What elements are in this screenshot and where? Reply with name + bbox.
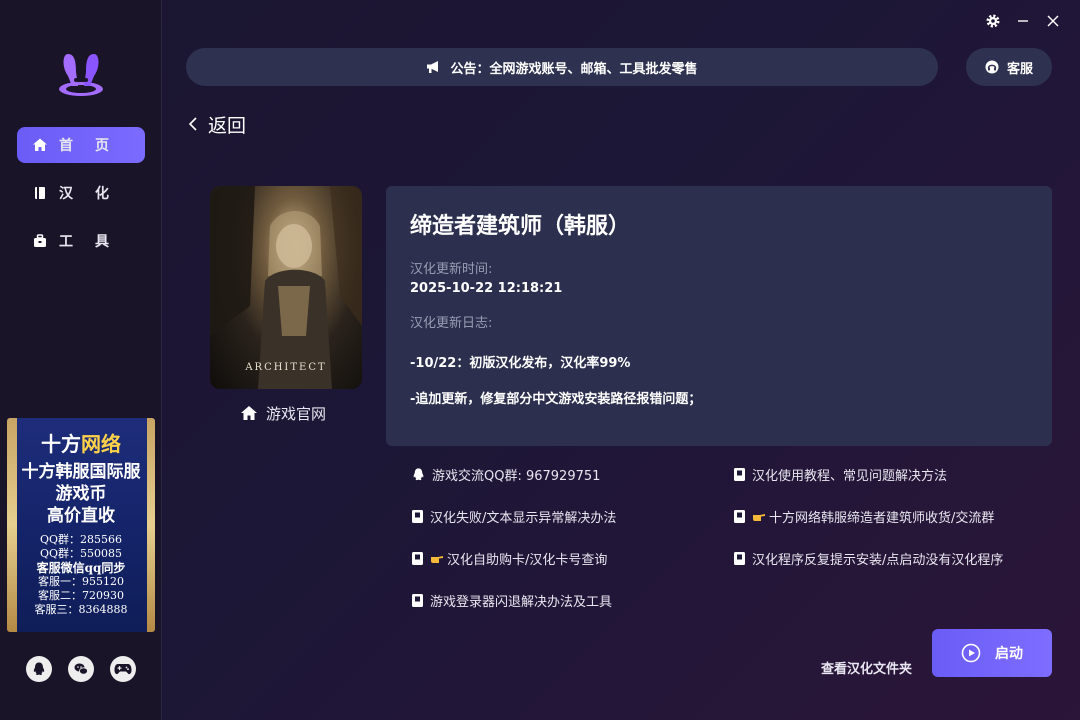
sidebar: 首页 汉化 工具 十方网络 十方韩服国际服 游戏币 高价直收 QQ群：28556… <box>0 0 162 720</box>
qq-group-text: 游戏交流QQ群: 967929751 <box>432 468 601 484</box>
cover-title: ARCHITECT <box>245 362 327 373</box>
announcement-bar[interactable]: 公告：全网游戏账号、邮箱、工具批发零售 <box>186 48 938 86</box>
purchase-text: 汉化自助购卡/汉化卡号查询 <box>447 552 608 568</box>
launch-button[interactable]: 启动 <box>932 629 1052 677</box>
ad-cs-2: 客服二：720930 <box>38 589 124 602</box>
fail-fix-link[interactable]: 汉化失败/文本显示异常解决办法 <box>411 506 616 526</box>
update-time-label: 汉化更新时间: <box>410 262 493 277</box>
ad-qq-2: QQ群：550085 <box>39 547 123 560</box>
tutorial-link[interactable]: 汉化使用教程、常见问题解决方法 <box>733 464 947 484</box>
nav-home[interactable]: 首页 <box>17 127 145 163</box>
close-icon[interactable] <box>1044 12 1062 30</box>
ad-line-3: 高价直收 <box>47 506 115 526</box>
recycle-group-link[interactable]: 十方网络韩服缔造者建筑师收货/交流群 <box>733 506 994 526</box>
customer-service-button[interactable]: 客服 <box>966 48 1052 86</box>
nav-tools-label: 工具 <box>59 234 131 250</box>
gamepad-button[interactable] <box>110 656 136 682</box>
fail-fix-text: 汉化失败/文本显示异常解决办法 <box>430 510 617 526</box>
announcement-text: 公告：全网游戏账号、邮箱、工具批发零售 <box>450 61 698 77</box>
book-icon <box>412 551 423 565</box>
ad-banner[interactable]: 十方网络 十方韩服国际服 游戏币 高价直收 QQ群：285566 QQ群：550… <box>7 418 155 632</box>
book-icon <box>412 593 423 607</box>
home-icon <box>33 138 47 151</box>
back-button[interactable]: 返回 <box>188 112 247 137</box>
game-cover-image: ARCHITECT <box>210 186 362 389</box>
official-site-link[interactable]: 游戏官网 <box>240 402 326 424</box>
launcher-crash-link[interactable]: 游戏登录器闪退解决办法及工具 <box>411 590 612 610</box>
purchase-link[interactable]: 汉化自助购卡/汉化卡号查询 <box>411 548 607 568</box>
game-info-card: 缔造者建筑师（韩服） 汉化更新时间: 2025-10-22 12:18:21 汉… <box>386 186 1052 446</box>
customer-service-label: 客服 <box>1006 61 1033 77</box>
settings-gear-icon[interactable] <box>984 12 1002 30</box>
back-label: 返回 <box>208 114 247 137</box>
book-icon <box>412 509 423 523</box>
qq-group-link[interactable]: 游戏交流QQ群: 967929751 <box>411 464 600 484</box>
gamepad-icon <box>114 664 132 675</box>
ad-brand: 十方网络 <box>41 432 121 456</box>
home-icon <box>241 406 257 420</box>
book-icon <box>734 551 745 565</box>
ad-qq-1: QQ群：285566 <box>39 533 123 546</box>
official-site-label: 游戏官网 <box>266 404 327 423</box>
open-folder-link[interactable]: 查看汉化文件夹 <box>821 658 912 677</box>
nav-localization-label: 汉化 <box>59 186 131 202</box>
headset-icon <box>985 60 999 74</box>
book-icon <box>35 187 45 199</box>
play-icon <box>961 643 981 663</box>
nav-home-label: 首页 <box>59 138 131 154</box>
toolbox-icon <box>34 234 46 247</box>
megaphone-icon <box>427 61 439 73</box>
tutorial-text: 汉化使用教程、常见问题解决方法 <box>752 468 948 484</box>
reinstall-link[interactable]: 汉化程序反复提示安装/点启动没有汉化程序 <box>733 548 1003 568</box>
minimize-icon[interactable] <box>1014 12 1032 30</box>
ad-line-1: 十方韩服国际服 <box>21 462 141 482</box>
pointing-hand-icon <box>753 514 765 521</box>
update-time-value: 2025-10-22 12:18:21 <box>410 281 563 296</box>
qq-icon <box>413 467 424 480</box>
qq-icon <box>33 662 45 675</box>
rabbit-logo-icon <box>59 54 103 96</box>
recycle-group-text: 十方网络韩服缔造者建筑师收货/交流群 <box>769 510 995 526</box>
changelog-label: 汉化更新日志: <box>410 316 493 331</box>
wechat-button[interactable] <box>68 656 94 682</box>
ad-wechat: 客服微信qq同步 <box>36 561 126 575</box>
wechat-icon <box>74 663 88 675</box>
ad-cs-3: 客服三：8364888 <box>34 603 128 616</box>
cover-artwork <box>210 186 362 389</box>
ad-cs-1: 客服一：955120 <box>38 575 124 588</box>
qq-button[interactable] <box>26 656 52 682</box>
pointing-hand-icon <box>431 556 443 563</box>
reinstall-text: 汉化程序反复提示安装/点启动没有汉化程序 <box>752 552 1004 568</box>
changelog-entry: -追加更新，修复部分中文游戏安装路径报错问题； <box>410 392 702 407</box>
book-icon <box>734 467 745 481</box>
chevron-left-icon <box>188 117 197 131</box>
launch-label: 启动 <box>995 646 1023 662</box>
launcher-crash-text: 游戏登录器闪退解决办法及工具 <box>430 594 613 610</box>
book-icon <box>734 509 745 523</box>
ad-line-2: 游戏币 <box>55 484 107 504</box>
nav-localization[interactable]: 汉化 <box>17 175 145 211</box>
game-title: 缔造者建筑师（韩服） <box>410 214 631 239</box>
changelog-entry: -10/22：初版汉化发布，汉化率99% <box>410 356 631 371</box>
nav-tools[interactable]: 工具 <box>17 223 145 259</box>
